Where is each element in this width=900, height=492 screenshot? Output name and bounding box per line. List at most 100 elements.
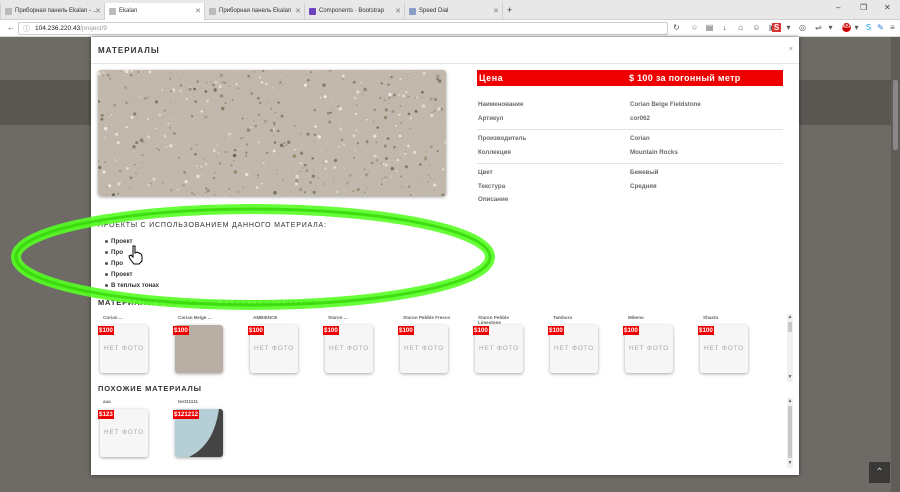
page-icon [209,8,216,15]
material-price-badge: $100 [698,326,714,335]
vpn-icon[interactable]: ◎ [798,23,807,32]
tab-ekalan[interactable]: Ekalan ✕ [104,3,204,20]
project-link[interactable]: Проект [105,238,133,245]
chat-icon[interactable]: ☺ [752,23,761,32]
material-name: Mikeno [628,315,644,320]
prop-name-value: Corian Beige Fieldstone [630,101,701,108]
scroll-down-icon[interactable]: ▼ [787,374,793,380]
close-tab-icon[interactable]: ✕ [295,7,301,15]
material-price-badge: $123 [98,410,114,419]
project-link[interactable]: В теплых тонах [104,282,159,289]
minimize-button[interactable]: – [836,3,840,12]
materials-modal: МАТЕРИАЛЫ × Цена $ 100 за погонный метр … [91,37,799,475]
adblock-icon[interactable]: ABP [842,23,852,32]
material-price-badge: $100 [248,326,264,335]
prop-sku-value: cor062 [630,115,650,122]
similar-card[interactable]: Tambora НЕТ ФОТО $100 [548,314,598,380]
similar-card[interactable]: Corian ... НЕТ ФОТО $100 [98,314,148,380]
similar-card[interactable]: Staron Pebble Limestone НЕТ ФОТО $100 [473,314,523,380]
scrollbar-thumb[interactable] [788,406,792,458]
skype-icon[interactable]: S [864,23,873,32]
similar-card[interactable]: Shasta НЕТ ФОТО $100 [698,314,748,380]
tab-speed-dial[interactable]: Speed Dial ✕ [404,3,502,20]
project-link[interactable]: Про [104,249,123,256]
tab-label: Components · Bootstrap [319,8,385,14]
reading-list-icon[interactable]: ▤ [705,23,714,32]
material-name: Tambora [553,315,573,320]
similar-materials-title: МАТЕРИАЛЫ СО СХОЖИМИ ХАРАКТЕРИСТИКАМИ [98,298,316,307]
price-value: $ 100 за погонный метр [629,73,741,83]
tab-label: Приборная панель Ekalan - ... [15,8,98,14]
menu-icon[interactable]: ≡ [888,23,897,32]
extension-dropdown-icon[interactable]: ▾ [784,23,793,32]
scroll-down-icon[interactable]: ▼ [787,460,793,466]
scroll-up-icon[interactable]: ▲ [787,398,793,404]
material-price-badge: $100 [473,326,489,335]
similar-card[interactable]: Mikeno НЕТ ФОТО $100 [623,314,673,380]
page-icon [5,8,12,15]
material-photo [98,70,446,196]
back-arrow-icon[interactable]: ← [7,23,15,32]
modal-title: МАТЕРИАЛЫ [98,46,160,55]
scrollbar-thumb[interactable] [788,322,792,332]
like-card[interactable]: test11111 $121212 [173,398,223,464]
material-name: Staron Pebble Limestone [478,315,509,325]
close-tab-icon[interactable]: ✕ [493,7,499,15]
similar-card[interactable]: Corian Beige ... $100 [173,314,223,380]
prop-divider [477,163,783,164]
like-materials-title: ПОХОЖИЕ МАТЕРИАЛЫ [98,384,202,393]
material-name: Corian ... [103,315,123,320]
project-link[interactable]: Проект [105,271,133,278]
reload-icon[interactable]: ↻ [672,23,681,32]
prop-color-value: Бежевый [630,169,659,176]
material-name: ааа [103,399,111,404]
tab-label: Speed Dial [419,8,449,14]
sync-icon[interactable]: ⇌ [814,23,823,32]
tab-label: Ekalan [119,8,138,14]
prop-texture-value: Средняя [630,183,657,190]
prop-maker-label: Производитель [478,135,527,142]
similar-card[interactable]: Staron Pebble Fresco НЕТ ФОТО $100 [398,314,450,380]
new-tab-button[interactable]: + [502,3,518,20]
extension-dropdown-icon[interactable]: ▾ [852,23,861,32]
close-icon[interactable]: × [789,46,793,53]
tab-dashboard-1[interactable]: Приборная панель Ekalan - ... ✕ [0,3,104,20]
close-tab-icon[interactable]: ✕ [95,7,101,15]
scroll-top-button[interactable]: ⌃ [869,462,890,483]
bootstrap-icon [309,8,316,15]
address-bar[interactable]: ⓘ 104.236.220.43/project/9 [18,22,668,35]
material-price-badge: $100 [398,326,414,335]
prop-sku-label: Артикул [478,115,504,122]
project-link[interactable]: Про [104,260,123,267]
price-label: Цена [479,73,504,83]
scroll-up-icon[interactable]: ▲ [787,314,793,320]
download-icon[interactable]: ↓ [720,23,729,32]
page-scrollbar[interactable] [891,37,900,492]
home-icon[interactable]: ⌂ [736,23,745,32]
tab-dashboard-2[interactable]: Приборная панель Ekalan ✕ [204,3,304,20]
scrollbar-thumb[interactable] [893,80,898,150]
close-window-button[interactable]: ✕ [884,3,891,12]
prop-collection-value: Mountain Rocks [630,149,678,156]
material-name: test11111 [178,399,198,404]
browser-nav-bar: ← ⓘ 104.236.220.43/project/9 ↻ ☆ ▤ ↓ ⌂ ☺… [0,20,900,37]
maximize-button[interactable]: ❐ [860,3,867,12]
translate-icon[interactable]: ✎ [876,23,885,32]
prop-color-label: Цвет [478,169,493,176]
bookmark-star-icon[interactable]: ☆ [690,23,699,32]
close-tab-icon[interactable]: ✕ [395,7,401,15]
similar-card[interactable]: Staron ... НЕТ ФОТО $100 [323,314,373,380]
tab-bootstrap[interactable]: Components · Bootstrap ✕ [304,3,404,20]
info-icon[interactable]: ⓘ [23,24,30,34]
like-card[interactable]: ааа НЕТ ФОТО $123 [98,398,148,464]
price-bar: Цена $ 100 за погонный метр [477,70,783,86]
extension-dropdown-icon[interactable]: ▾ [826,23,835,32]
similar-scrollbar[interactable]: ▲ ▼ [787,314,793,382]
like-scrollbar[interactable]: ▲ ▼ [787,398,793,468]
extension-s-icon[interactable]: S [772,23,781,32]
material-price-badge: $100 [623,326,639,335]
prop-divider [477,129,783,130]
material-price-badge: $100 [323,326,339,335]
similar-card[interactable]: AMBIENCE НЕТ ФОТО $100 [248,314,298,380]
close-tab-icon[interactable]: ✕ [195,7,201,15]
